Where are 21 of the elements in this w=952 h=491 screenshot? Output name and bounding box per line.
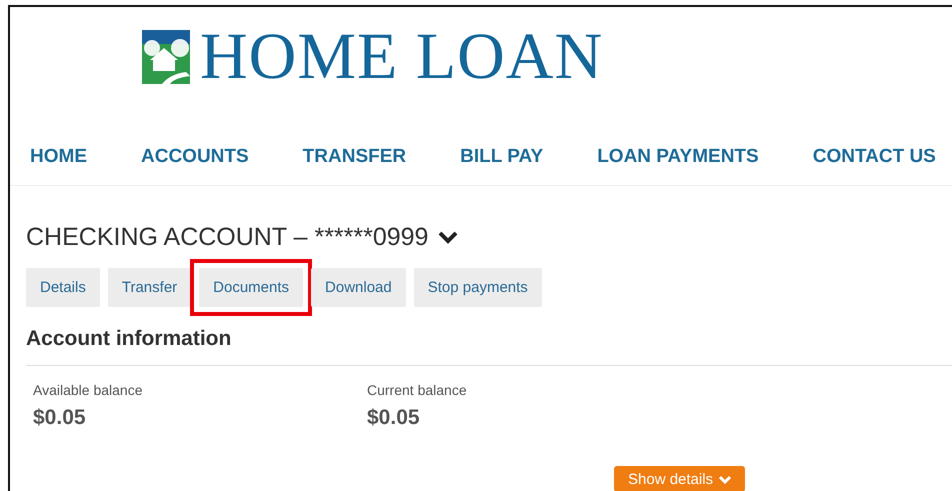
logo-text: HOME LOAN xyxy=(200,24,604,90)
nav-link[interactable]: TRANSFER xyxy=(302,146,406,185)
nav-link[interactable]: LOAN PAYMENTS xyxy=(597,146,759,185)
balance-amount: $0.05 xyxy=(33,406,86,430)
tab-button[interactable]: Transfer xyxy=(108,268,192,307)
tab-button[interactable]: Details xyxy=(26,268,100,307)
nav-link[interactable]: ACCOUNTS xyxy=(141,146,249,185)
account-title: CHECKING ACCOUNT – ******0999 xyxy=(26,222,428,252)
nav-link[interactable]: HOME xyxy=(30,146,87,185)
chevron-down-icon[interactable] xyxy=(438,230,458,244)
house-logo-icon xyxy=(142,30,190,84)
balance-label: Available balance xyxy=(33,382,142,398)
tab-button[interactable]: Stop payments xyxy=(414,268,542,307)
chevron-down-icon xyxy=(719,474,732,484)
nav-link[interactable]: BILL PAY xyxy=(460,146,544,185)
nav-link[interactable]: CONTACT US xyxy=(812,146,936,185)
balance-label: Current balance xyxy=(367,382,467,398)
tab-button[interactable]: Documents xyxy=(199,268,304,307)
balance-amount: $0.05 xyxy=(367,406,420,430)
tab-button[interactable]: Download xyxy=(311,268,406,307)
section-heading: Account information xyxy=(26,327,232,352)
